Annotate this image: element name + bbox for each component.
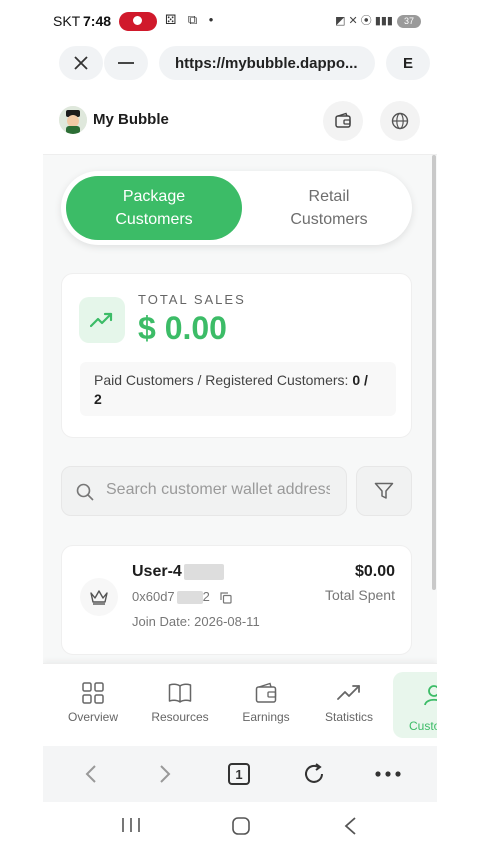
left-margin (0, 0, 43, 853)
customer-name-text: User-4 (132, 563, 182, 580)
back-arrow-icon (344, 817, 356, 835)
system-back-button[interactable] (343, 816, 357, 842)
redacted-block (176, 591, 203, 605)
total-spent-label: Total Spent (324, 587, 395, 603)
copy-icon[interactable] (219, 591, 232, 604)
package-label-line2: Customers (115, 211, 193, 228)
close-icon (74, 56, 88, 70)
notification-icons: ⚄ ⧉ • (165, 12, 218, 27)
back-button[interactable] (76, 760, 106, 788)
url-field[interactable]: https://mybubble.dappo... (159, 46, 375, 80)
minimize-button[interactable] (104, 46, 148, 80)
globe-icon (391, 112, 409, 130)
nav-overview-label: Overview (67, 710, 118, 724)
total-spent-amount: $0.00 (354, 563, 395, 580)
grid-icon (82, 682, 104, 704)
more-menu-button[interactable] (373, 760, 403, 788)
redacted-block (183, 563, 224, 580)
phone-screen: SKT 7:48 ⚄ ⧉ • ◩ ✕ ⦿ ▮▮▮ 37 https://mybub… (43, 0, 437, 853)
customer-type-toggle: Package Customers Retail Customers (61, 171, 412, 245)
app-title: My Bubble (93, 111, 169, 128)
paid-registered-summary: Paid Customers / Registered Customers: 0… (80, 362, 396, 416)
nav-earnings-label: Earnings (242, 710, 290, 724)
user-icon (424, 685, 437, 706)
profile-button[interactable]: E (386, 46, 430, 80)
home-icon (232, 817, 250, 835)
filter-button[interactable] (356, 466, 412, 516)
trending-up-icon (337, 685, 360, 700)
avatar[interactable] (59, 106, 87, 134)
browser-toolbar: 1 (43, 746, 437, 802)
trend-up-badge (79, 297, 125, 343)
total-sales-label: TOTAL SALES (138, 292, 246, 307)
carrier-label: SKT (53, 13, 81, 29)
customer-card[interactable]: User-4 0x60d7 2 Join Date: 2026-08-11 $0.… (61, 545, 412, 655)
language-button[interactable] (380, 101, 420, 141)
status-bar: SKT 7:48 ⚄ ⧉ • ◩ ✕ ⦿ ▮▮▮ 37 (43, 0, 437, 42)
system-navigation-bar (43, 802, 437, 853)
search-box[interactable]: Search customer wallet address (61, 466, 347, 516)
clock: 7:48 (83, 13, 112, 29)
customer-name: User-4 (132, 563, 224, 581)
home-button[interactable] (231, 816, 251, 842)
chevron-right-icon (160, 765, 171, 783)
trending-up-icon (90, 312, 113, 328)
recording-icon (119, 12, 157, 31)
recent-apps-icon (122, 818, 140, 832)
paid-registered-label: Paid Customers / Registered Customers: (94, 372, 349, 388)
crown-badge (80, 578, 118, 616)
search-icon (76, 483, 94, 501)
more-dots-icon (375, 771, 401, 777)
wallet-icon (335, 112, 351, 128)
join-date: Join Date: 2026-08-11 (132, 614, 260, 629)
paid-count: 0 / (352, 372, 368, 388)
bottom-navigation: Overview Resources Earnings Statistics C… (43, 663, 437, 746)
total-sales-card: TOTAL SALES $ 0.00 Paid Customers / Regi… (61, 273, 412, 438)
app-header: My Bubble (43, 92, 437, 155)
scrollbar[interactable] (432, 155, 436, 590)
battery-icon: 37 (397, 14, 421, 28)
tab-count: 1 (228, 763, 250, 785)
browser-address-bar: https://mybubble.dappo... E (43, 42, 437, 86)
tab-retail-customers[interactable]: Retail Customers (241, 176, 417, 240)
customer-address-text: 0x60d7 (132, 589, 175, 604)
customer-address: 0x60d7 2 (132, 589, 232, 605)
chevron-left-icon (85, 765, 96, 783)
nav-earnings[interactable]: Earnings (228, 682, 304, 724)
crown-icon (90, 590, 108, 605)
retail-label-line2: Customers (290, 211, 368, 228)
minus-icon (118, 62, 134, 64)
recent-apps-button[interactable] (121, 816, 141, 840)
nav-statistics[interactable]: Statistics (311, 682, 387, 724)
nav-customers[interactable]: Custo (393, 672, 437, 738)
nav-resources-label: Resources (151, 710, 209, 724)
wallet-button[interactable] (323, 101, 363, 141)
reload-button[interactable] (299, 760, 329, 788)
profile-letter: E (402, 54, 413, 72)
nav-resources[interactable]: Resources (142, 682, 218, 724)
retail-label-line1: Retail (308, 188, 350, 205)
close-tab-button[interactable] (59, 46, 103, 80)
main-content: Package Customers Retail Customers TOTAL S… (43, 155, 437, 663)
filter-icon (374, 482, 394, 499)
nav-customers-label: Custo (409, 719, 437, 733)
wallet-icon (255, 682, 277, 703)
avatar-image (59, 106, 87, 134)
tabs-button[interactable]: 1 (224, 760, 254, 788)
book-icon (168, 683, 192, 703)
system-status-icons: ◩ ✕ ⦿ ▮▮▮ 37 (335, 12, 421, 28)
registered-count: 2 (94, 391, 102, 407)
package-label-line1: Package (122, 188, 186, 205)
search-input[interactable]: Search customer wallet address (106, 481, 330, 499)
nav-overview[interactable]: Overview (55, 682, 131, 724)
nav-statistics-label: Statistics (324, 710, 373, 724)
customer-address-end: 2 (202, 589, 210, 604)
reload-icon (305, 763, 323, 783)
total-sales-value: $ 0.00 (138, 310, 227, 346)
forward-button[interactable] (150, 760, 180, 788)
tab-package-customers[interactable]: Package Customers (66, 176, 242, 240)
